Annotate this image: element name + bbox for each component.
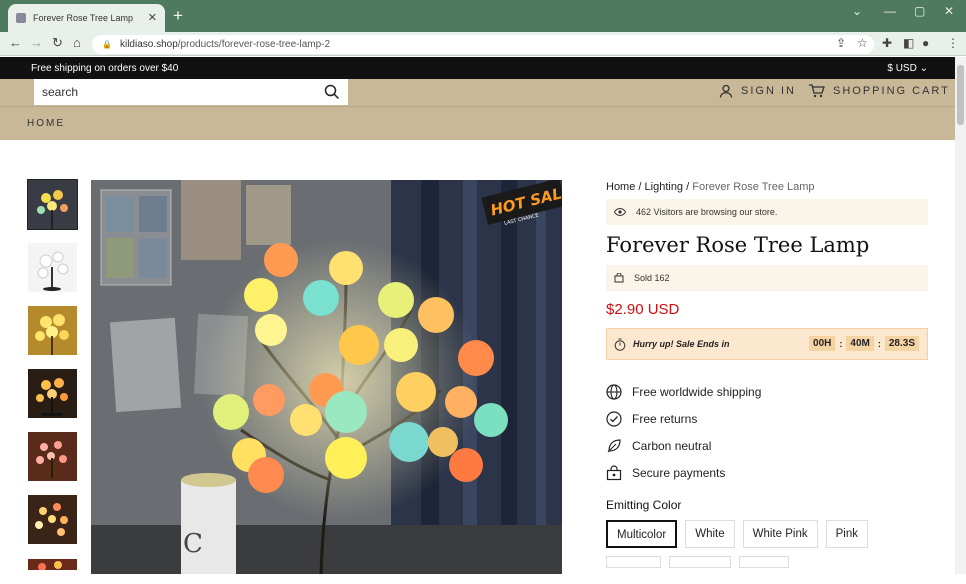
- color-option-pink[interactable]: Pink: [825, 520, 868, 548]
- check-circle-icon: [606, 410, 622, 427]
- favicon: [16, 13, 26, 23]
- feature-item: Free returns: [606, 405, 928, 432]
- product-thumbnail[interactable]: [28, 306, 77, 355]
- product-price: $2.90 USD: [606, 301, 680, 318]
- feature-item: Carbon neutral: [606, 432, 928, 459]
- product-thumbnail[interactable]: [28, 243, 77, 292]
- color-option-partial[interactable]: [739, 556, 789, 568]
- chevron-down-icon: ⌄: [919, 62, 928, 74]
- breadcrumb-lighting[interactable]: Lighting: [645, 181, 684, 193]
- plus-icon[interactable]: +: [173, 6, 183, 26]
- nav-home[interactable]: HOME: [27, 118, 65, 129]
- star-icon[interactable]: ☆: [857, 36, 868, 50]
- product-thumbnail[interactable]: [28, 432, 77, 481]
- back-icon[interactable]: ←: [9, 35, 22, 50]
- color-option-partial[interactable]: [606, 556, 661, 568]
- stopwatch-icon: [614, 338, 626, 351]
- url-domain: kildiaso.shop: [119, 39, 178, 50]
- lock-icon[interactable]: 🔒: [102, 40, 112, 49]
- eye-icon: [614, 208, 626, 216]
- timer-seconds: 28.3S: [884, 336, 919, 351]
- breadcrumb-current: Forever Rose Tree Lamp: [692, 181, 815, 193]
- promo-text: Free shipping on orders over $40: [31, 62, 179, 74]
- header-divider: [0, 106, 955, 107]
- scrollbar-thumb[interactable]: [957, 65, 964, 125]
- emitting-color-label: Emitting Color: [606, 498, 682, 512]
- sale-countdown: Hurry up! Sale Ends in 00H: 40M: 28.3S: [606, 328, 928, 360]
- mug-letter: C: [183, 529, 203, 559]
- maximize-icon[interactable]: ▢: [914, 4, 925, 18]
- feature-item: Free worldwide shipping: [606, 378, 928, 405]
- close-icon[interactable]: ✕: [148, 11, 157, 24]
- store-header: search SIGN IN SHOPPING CART HOME: [0, 79, 955, 140]
- currency-selector[interactable]: $ USD ⌄: [887, 63, 928, 74]
- timer-minutes: 40M: [846, 336, 874, 351]
- color-option-white[interactable]: White: [685, 520, 735, 548]
- product-thumbnail[interactable]: [28, 369, 77, 418]
- timer-hours: 00H: [809, 336, 836, 351]
- share-icon[interactable]: ⇪: [836, 36, 846, 50]
- page-scrollbar[interactable]: [955, 57, 966, 574]
- promo-bar: Free shipping on orders over $40 $ USD ⌄: [0, 57, 955, 79]
- puzzle-icon[interactable]: ✚: [882, 36, 892, 50]
- url-field[interactable]: 🔒 kildiaso.shop /products/forever-rose-t…: [92, 35, 874, 54]
- feature-label: Secure payments: [632, 465, 726, 480]
- user-icon: [719, 84, 733, 98]
- breadcrumb-home[interactable]: Home: [606, 181, 635, 193]
- color-option-white-pink[interactable]: White Pink: [742, 520, 818, 548]
- browser-tab[interactable]: Forever Rose Tree Lamp ✕: [8, 4, 165, 32]
- product-title: Forever Rose Tree Lamp: [606, 233, 870, 257]
- thumbnail-gallery: [27, 179, 78, 584]
- feature-list: Free worldwide shipping Free returns Car…: [606, 378, 928, 486]
- feature-label: Free returns: [632, 411, 698, 426]
- sale-text: Hurry up! Sale Ends in: [633, 339, 730, 349]
- search-icon[interactable]: [324, 84, 340, 100]
- color-option-multicolor[interactable]: Multicolor: [606, 520, 678, 548]
- secure-icon: [606, 464, 622, 480]
- currency-label: $ USD: [887, 62, 917, 74]
- cart-link[interactable]: SHOPPING CART: [808, 84, 950, 98]
- sold-count: Sold 162: [634, 273, 670, 283]
- search-input[interactable]: search: [34, 79, 348, 105]
- feature-item: Secure payments: [606, 459, 928, 486]
- sign-in-label: SIGN IN: [741, 85, 796, 97]
- visitors-banner: 462 Visitors are browsing our store.: [606, 199, 928, 225]
- browser-tab-strip: Forever Rose Tree Lamp ✕ + ⌄ — ▢ ✕: [0, 0, 966, 32]
- product-thumbnail[interactable]: [27, 179, 78, 230]
- tab-title: Forever Rose Tree Lamp: [33, 13, 134, 23]
- address-bar: ← → ↻ ⌂ 🔒 kildiaso.shop /products/foreve…: [0, 32, 966, 56]
- chevron-down-icon[interactable]: ⌄: [852, 4, 862, 18]
- leaf-icon: [607, 438, 621, 452]
- sidebar-icon[interactable]: ◧: [903, 36, 914, 50]
- url-path: /products/forever-rose-tree-lamp-2: [177, 39, 331, 50]
- globe-icon: [606, 383, 622, 400]
- feature-label: Free worldwide shipping: [632, 384, 762, 399]
- window-close-icon[interactable]: ✕: [944, 4, 954, 18]
- product-info: Home / Lighting / Forever Rose Tree Lamp…: [606, 180, 928, 568]
- menu-icon[interactable]: ⋮: [947, 36, 959, 50]
- search-placeholder: search: [42, 85, 79, 99]
- product-thumbnail[interactable]: [28, 558, 77, 570]
- bag-icon: [614, 273, 624, 283]
- breadcrumb: Home / Lighting / Forever Rose Tree Lamp: [606, 181, 815, 193]
- main-product-image[interactable]: C HOT SALE LAST CHANCE: [91, 180, 562, 574]
- reload-icon[interactable]: ↻: [52, 35, 63, 51]
- cart-label: SHOPPING CART: [833, 85, 950, 97]
- countdown-timer: 00H: 40M: 28.3S: [809, 336, 919, 351]
- product-thumbnail[interactable]: [28, 495, 77, 544]
- minimize-icon[interactable]: —: [884, 4, 896, 18]
- forward-icon[interactable]: →: [30, 35, 43, 50]
- sold-banner: Sold 162: [606, 265, 928, 291]
- home-icon[interactable]: ⌂: [73, 35, 81, 50]
- sign-in-link[interactable]: SIGN IN: [719, 84, 796, 98]
- feature-label: Carbon neutral: [632, 438, 712, 453]
- visitors-text: 462 Visitors are browsing our store.: [636, 207, 778, 217]
- cart-icon: [809, 84, 825, 98]
- color-option-partial[interactable]: [669, 556, 731, 568]
- color-options: Multicolor White White Pink Pink: [606, 520, 928, 568]
- profile-icon[interactable]: ●: [922, 36, 929, 50]
